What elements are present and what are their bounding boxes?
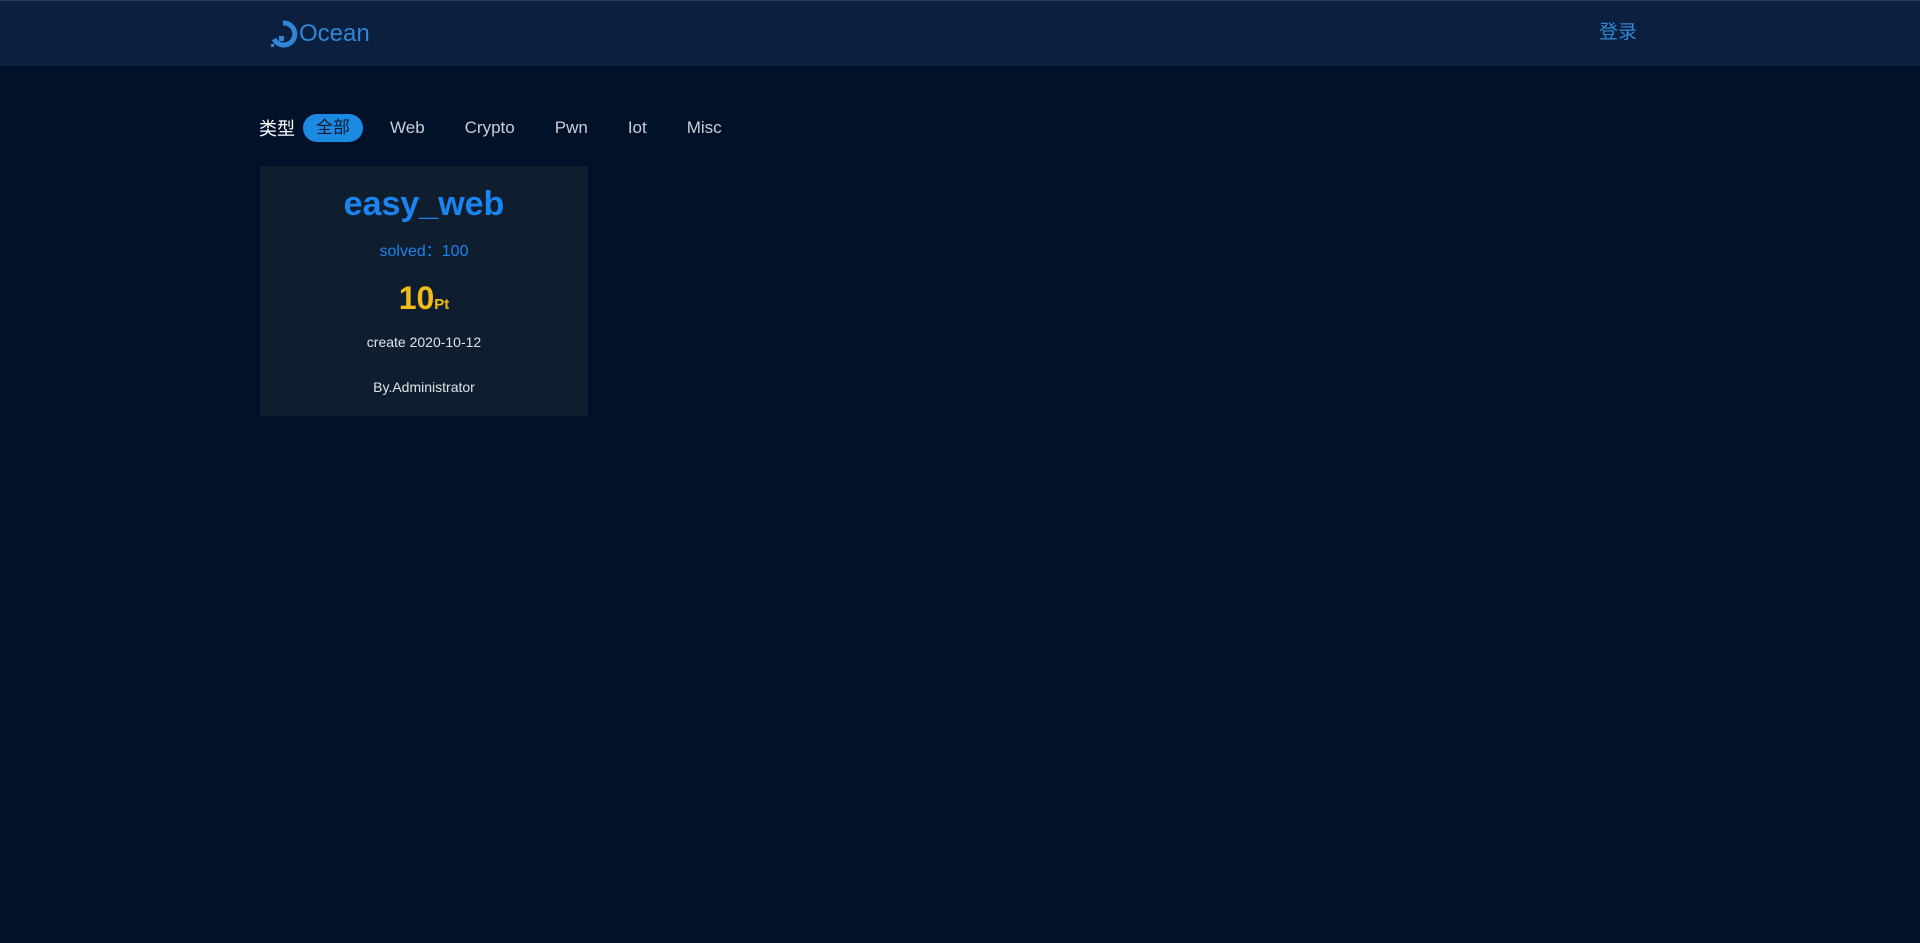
challenge-card[interactable]: easy_web solved：100 10Pt create 2020-10-… bbox=[260, 166, 588, 416]
filter-misc[interactable]: Misc bbox=[674, 114, 735, 142]
filter-web[interactable]: Web bbox=[377, 114, 438, 142]
ocean-logo-icon bbox=[271, 20, 298, 48]
brand-logo-link[interactable]: Ocean bbox=[268, 19, 370, 49]
challenge-created-date: create 2020-10-12 bbox=[366, 334, 482, 350]
filter-iot[interactable]: Iot bbox=[615, 114, 660, 142]
filter-all[interactable]: 全部 bbox=[303, 114, 363, 142]
points-unit: Pt bbox=[434, 296, 450, 313]
challenge-title: easy_web bbox=[343, 185, 505, 223]
points-value: 10 bbox=[398, 280, 435, 316]
top-navbar: Ocean 登录 bbox=[0, 0, 1920, 66]
filter-pwn[interactable]: Pwn bbox=[542, 114, 601, 142]
filter-crypto[interactable]: Crypto bbox=[452, 114, 528, 142]
category-filter-bar: 类型 全部 Web Crypto Pwn Iot Misc bbox=[259, 114, 749, 142]
challenge-solved-count: solved：100 bbox=[379, 243, 469, 260]
challenge-author: By.Administrator bbox=[373, 379, 475, 395]
login-link[interactable]: 登录 bbox=[1599, 21, 1637, 45]
filter-label: 类型 bbox=[259, 119, 295, 139]
brand-name: Ocean bbox=[299, 20, 370, 47]
challenge-points: 10Pt bbox=[260, 278, 588, 325]
